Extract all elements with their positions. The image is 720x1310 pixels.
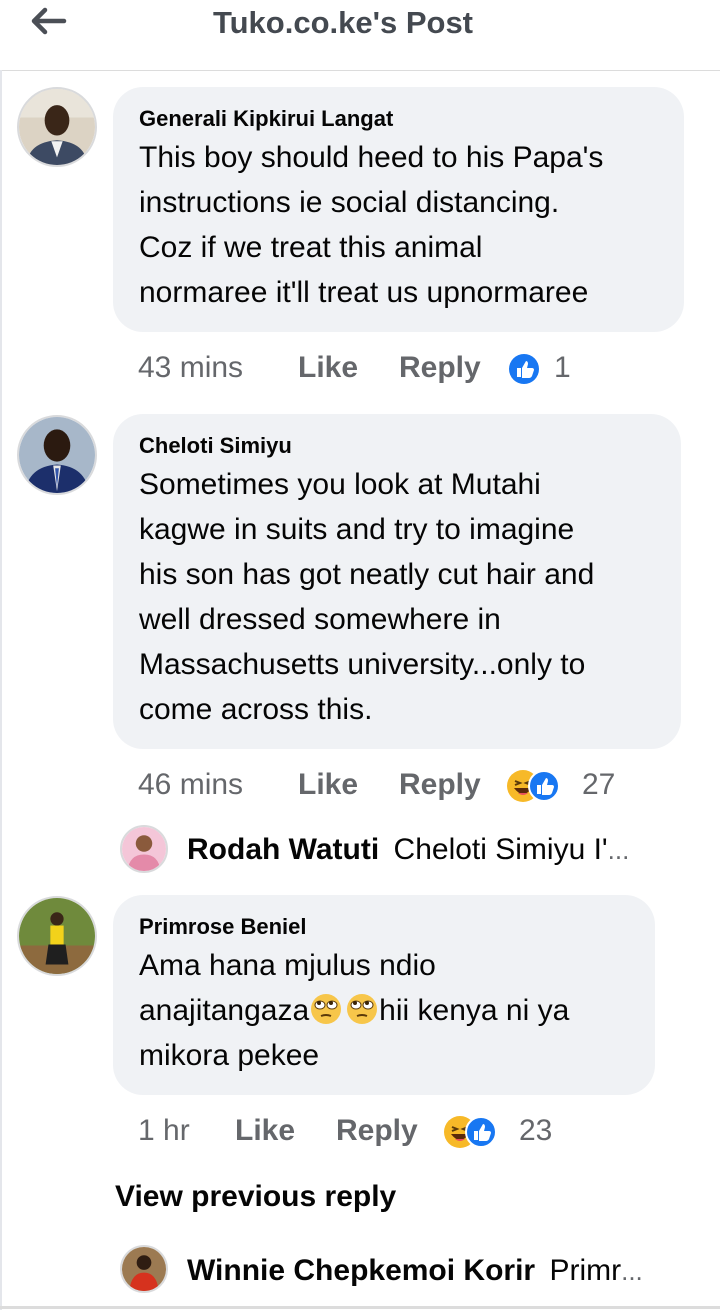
eye-roll-emoji-icon	[311, 994, 342, 1024]
reaction-count: 1	[554, 351, 571, 384]
comment-text: Ama hana mjulus ndio anajitangaza hii ken…	[139, 943, 629, 1078]
reply-author[interactable]: Winnie Chepkemoi Korir	[187, 1254, 535, 1287]
reaction-summary[interactable]: 27	[506, 765, 626, 805]
reply-ellipsis: ...	[607, 835, 630, 865]
avatar[interactable]	[17, 87, 97, 167]
comment-actions: 46 mins Like Reply 27	[138, 765, 658, 805]
reply-author[interactable]: Rodah Watuti	[187, 833, 379, 866]
like-button[interactable]: Like	[235, 1111, 295, 1151]
reply-preview[interactable]: Winnie Chepkemoi Korir Primr...	[187, 1247, 643, 1295]
comment-text: Sometimes you look at Mutahi kagwe in su…	[139, 468, 595, 726]
reply-button[interactable]: Reply	[399, 348, 481, 388]
reply-preview[interactable]: Rodah Watuti Cheloti Simiyu I'...	[187, 826, 629, 874]
reaction-count: 23	[519, 1114, 553, 1147]
reply-ellipsis: ...	[621, 1256, 643, 1286]
comment-author[interactable]: Generali Kipkirui Langat	[139, 105, 658, 133]
avatar[interactable]	[120, 1245, 168, 1293]
comment-time[interactable]: 1 hr	[138, 1111, 190, 1151]
avatar[interactable]	[17, 415, 97, 495]
comment-author[interactable]: Primrose Beniel	[139, 913, 629, 941]
view-previous-reply-link[interactable]: View previous reply	[115, 1180, 396, 1214]
comment-actions: 43 mins Like Reply 1	[138, 348, 638, 388]
avatar[interactable]	[120, 825, 168, 873]
comment-actions: 1 hr Like Reply 23	[138, 1111, 618, 1151]
reaction-summary[interactable]: 23	[443, 1111, 563, 1151]
comment-text-line: Ama hana mjulus ndio	[139, 949, 436, 982]
comment-text-line: mikora pekee	[139, 1039, 320, 1072]
reply-text: Cheloti Simiyu I'	[393, 833, 608, 866]
comment-author[interactable]: Cheloti Simiyu	[139, 432, 655, 460]
reply-button[interactable]: Reply	[336, 1111, 418, 1151]
divider	[0, 1306, 720, 1309]
like-button[interactable]: Like	[298, 348, 358, 388]
comment-bubble: Generali Kipkirui Langat This boy should…	[113, 87, 684, 332]
divider	[0, 70, 2, 1310]
eye-roll-emoji-icon	[347, 994, 378, 1024]
comment-text-fragment: anajitangaza	[139, 994, 310, 1027]
comment-bubble: Primrose Beniel Ama hana mjulus ndio ana…	[113, 895, 655, 1095]
comment-bubble: Cheloti Simiyu Sometimes you look at Mut…	[113, 414, 681, 749]
like-reaction-icon	[465, 1116, 497, 1148]
page-title: Tuko.co.ke's Post	[212, 5, 474, 40]
reply-text: Primr	[549, 1254, 622, 1287]
comment-text-line: anajitangaza hii kenya ni ya	[139, 988, 629, 1033]
post-header: Tuko.co.ke's Post	[0, 0, 720, 71]
like-reaction-icon	[509, 354, 539, 384]
comment-time[interactable]: 46 mins	[138, 765, 243, 805]
comment-text-fragment: hii kenya ni ya	[379, 994, 570, 1027]
comment-text: This boy should heed to his Papa's instr…	[139, 141, 604, 309]
avatar[interactable]	[17, 896, 97, 976]
like-reaction-icon	[528, 770, 560, 802]
comment-time[interactable]: 43 mins	[138, 348, 243, 388]
reaction-count: 27	[582, 768, 616, 801]
reply-button[interactable]: Reply	[399, 765, 481, 805]
reaction-summary[interactable]: 1	[508, 348, 588, 388]
like-button[interactable]: Like	[298, 765, 358, 805]
